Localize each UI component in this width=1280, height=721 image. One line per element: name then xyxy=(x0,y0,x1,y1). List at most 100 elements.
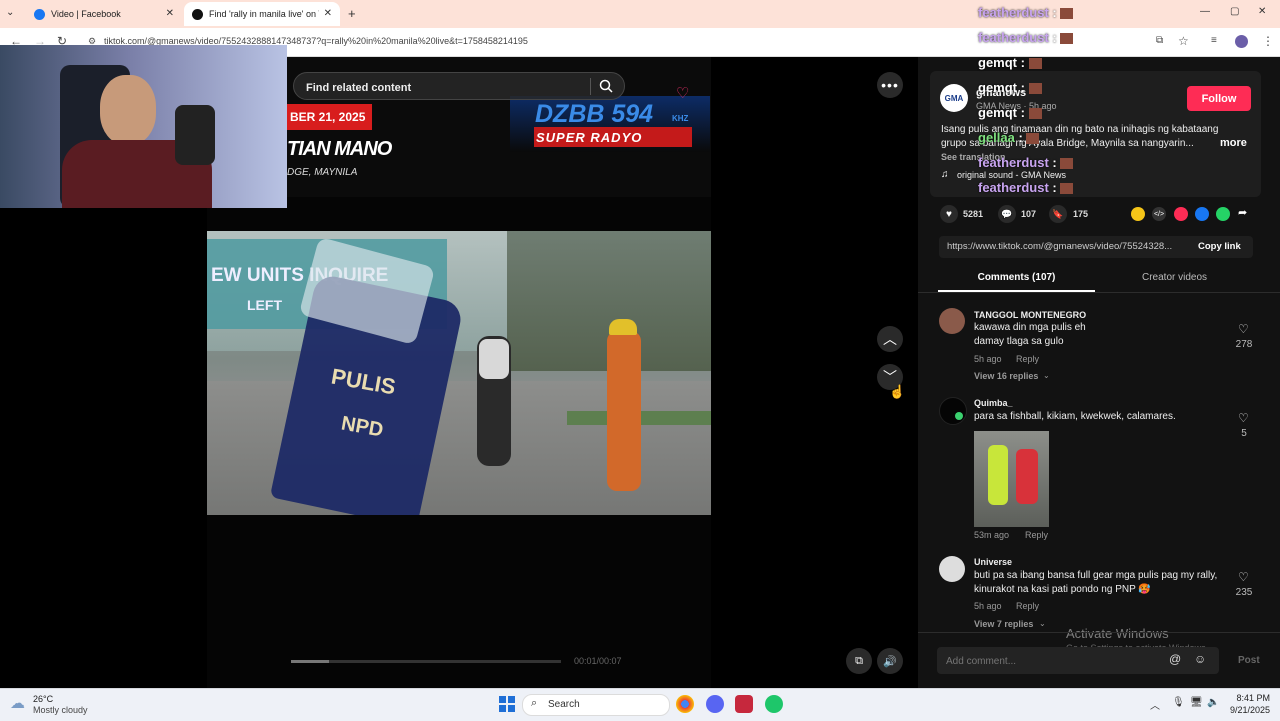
like-heart-icon[interactable]: ♥ xyxy=(940,205,958,223)
more-options-button[interactable]: ••• xyxy=(877,72,903,98)
search-input[interactable] xyxy=(304,79,588,97)
network-icon[interactable]: 🖥 xyxy=(1190,697,1203,708)
view-replies-link[interactable]: View 16 replies xyxy=(974,371,1038,381)
tray-chevron-up-icon[interactable]: ︿ xyxy=(1150,697,1160,712)
heart-logo-icon: ♡ xyxy=(676,85,690,102)
comment-author[interactable]: Universe xyxy=(974,557,1012,567)
caption-more-link[interactable]: more xyxy=(1220,137,1247,149)
clock-time[interactable]: 8:41 PM xyxy=(1236,693,1270,703)
bookmark-star-icon[interactable]: ☆ xyxy=(1178,34,1189,48)
chat-emote-icon xyxy=(1028,83,1042,95)
floating-player-button[interactable]: ⧉ xyxy=(846,648,872,674)
follow-button[interactable]: Follow xyxy=(1187,86,1251,111)
taskbar-search-label: Search xyxy=(548,699,580,710)
share-arrow-icon[interactable]: ➦ xyxy=(1238,206,1247,219)
search-icon[interactable] xyxy=(599,79,613,93)
weather-cloud-icon[interactable]: ☁ xyxy=(10,694,25,712)
find-related-search[interactable] xyxy=(293,72,625,100)
voicemeeter-icon[interactable] xyxy=(735,695,753,713)
chat-message: featherdust : xyxy=(978,30,1074,45)
discord-icon[interactable] xyxy=(706,695,724,713)
previous-video-button[interactable]: ︿ xyxy=(877,326,903,352)
microphone xyxy=(175,105,215,165)
activate-windows-title: Activate Windows xyxy=(1066,626,1169,641)
tab-title: Video | Facebook xyxy=(51,9,121,19)
install-app-icon[interactable]: ⧉ xyxy=(1156,35,1163,46)
chat-username: featherdust xyxy=(978,30,1049,45)
chat-message: gemqt : xyxy=(978,105,1042,120)
comment-bubble-icon[interactable]: 💬 xyxy=(998,205,1016,223)
profile-avatar[interactable] xyxy=(1235,35,1248,48)
comment-author[interactable]: TANGGOL MONTENEGRO xyxy=(974,310,1086,320)
minimize-icon[interactable]: — xyxy=(1200,6,1210,17)
comment-sticker-image[interactable] xyxy=(974,431,1049,527)
emoji-icon[interactable]: ☺ xyxy=(1194,652,1206,666)
sound-name[interactable]: original sound - GMA News xyxy=(957,170,1066,180)
reading-list-icon[interactable]: ≡ xyxy=(1211,35,1217,46)
add-comment-input[interactable] xyxy=(944,653,1148,670)
chat-username: featherdust xyxy=(978,5,1049,20)
embed-code-icon[interactable]: </> xyxy=(1152,207,1166,221)
avatar[interactable] xyxy=(939,308,965,334)
comment-age: 53m ago xyxy=(974,530,1010,540)
chevron-down-icon[interactable]: ⌄ xyxy=(1043,371,1050,380)
comment-author[interactable]: Quimba_ xyxy=(974,398,1013,408)
reply-link[interactable]: Reply xyxy=(1016,354,1039,364)
chat-message: featherdust : xyxy=(978,5,1074,20)
chat-username: featherdust xyxy=(978,155,1049,170)
microphone-icon[interactable]: 🎙 xyxy=(1172,697,1185,708)
volume-button[interactable]: 🔊 xyxy=(877,648,903,674)
new-tab-icon[interactable]: + xyxy=(348,6,356,21)
tab-facebook[interactable]: Video | Facebook ✕ xyxy=(26,2,182,26)
chat-emote-icon xyxy=(1060,8,1074,20)
share-facebook-icon[interactable] xyxy=(1195,207,1209,221)
comment-like-icon[interactable]: ♡ xyxy=(1238,570,1249,584)
send-to-friend-icon[interactable] xyxy=(1174,207,1188,221)
tab-list-chevron-icon[interactable]: ⌄ xyxy=(6,7,14,18)
clock-date[interactable]: 9/21/2025 xyxy=(1226,705,1270,715)
post-comment-button[interactable]: Post xyxy=(1238,655,1260,666)
store-sign-text-2: LEFT xyxy=(247,297,282,313)
bookmark-icon[interactable]: 🔖 xyxy=(1049,205,1067,223)
chat-emote-icon xyxy=(1060,158,1074,170)
cursor-hand-icon: ☝ xyxy=(889,384,906,399)
share-whatsapp-icon[interactable] xyxy=(1216,207,1230,221)
tab-creator-videos[interactable]: Creator videos xyxy=(1096,272,1253,283)
chevron-down-icon[interactable]: ⌄ xyxy=(1039,619,1046,628)
tab-tiktok[interactable]: Find 'rally in manila live' on TikTok ✕ xyxy=(184,2,340,26)
comment-like-count: 5 xyxy=(1241,428,1247,439)
maximize-icon[interactable]: ▢ xyxy=(1230,6,1239,17)
share-coin-icon[interactable] xyxy=(1131,207,1145,221)
app-icon[interactable] xyxy=(765,695,783,713)
copy-link-button[interactable]: Copy link xyxy=(1198,241,1241,252)
close-tab-icon[interactable]: ✕ xyxy=(324,8,332,19)
volume-icon: 🔊 xyxy=(883,655,897,668)
station-suffix: KHZ xyxy=(672,114,689,123)
taskbar-search[interactable]: ⌕ Search xyxy=(522,694,670,716)
view-replies-link[interactable]: View 7 replies xyxy=(974,619,1033,629)
chrome-icon[interactable] xyxy=(676,695,694,713)
start-windows-icon[interactable] xyxy=(499,696,515,712)
author-avatar[interactable]: GMA xyxy=(940,84,968,112)
mention-icon[interactable]: @ xyxy=(1169,652,1181,666)
chat-emote-icon xyxy=(1060,183,1074,195)
tab-comments[interactable]: Comments (107) xyxy=(938,272,1095,283)
close-tab-icon[interactable]: ✕ xyxy=(166,8,174,19)
comment-like-icon[interactable]: ♡ xyxy=(1238,322,1249,336)
weather-desc[interactable]: Mostly cloudy xyxy=(33,705,88,715)
browser-menu-icon[interactable]: ⋮ xyxy=(1262,34,1274,48)
chat-separator: : xyxy=(1014,130,1027,145)
avatar[interactable] xyxy=(939,556,965,582)
close-window-icon[interactable]: ✕ xyxy=(1258,6,1266,17)
video-progress-track[interactable] xyxy=(291,660,561,663)
comment-like-icon[interactable]: ♡ xyxy=(1238,411,1249,425)
reply-link[interactable]: Reply xyxy=(1016,601,1039,611)
location-text: DGE, MAYNILA xyxy=(287,167,358,178)
chat-message: featherdust : xyxy=(978,180,1074,195)
volume-tray-icon[interactable]: 🔈 xyxy=(1207,697,1219,708)
reply-link[interactable]: Reply xyxy=(1025,530,1048,540)
avatar[interactable] xyxy=(939,397,967,425)
chat-username: gemqt xyxy=(978,105,1017,120)
comment-like-count: 278 xyxy=(1235,339,1253,350)
weather-temp[interactable]: 26°C xyxy=(33,694,53,704)
